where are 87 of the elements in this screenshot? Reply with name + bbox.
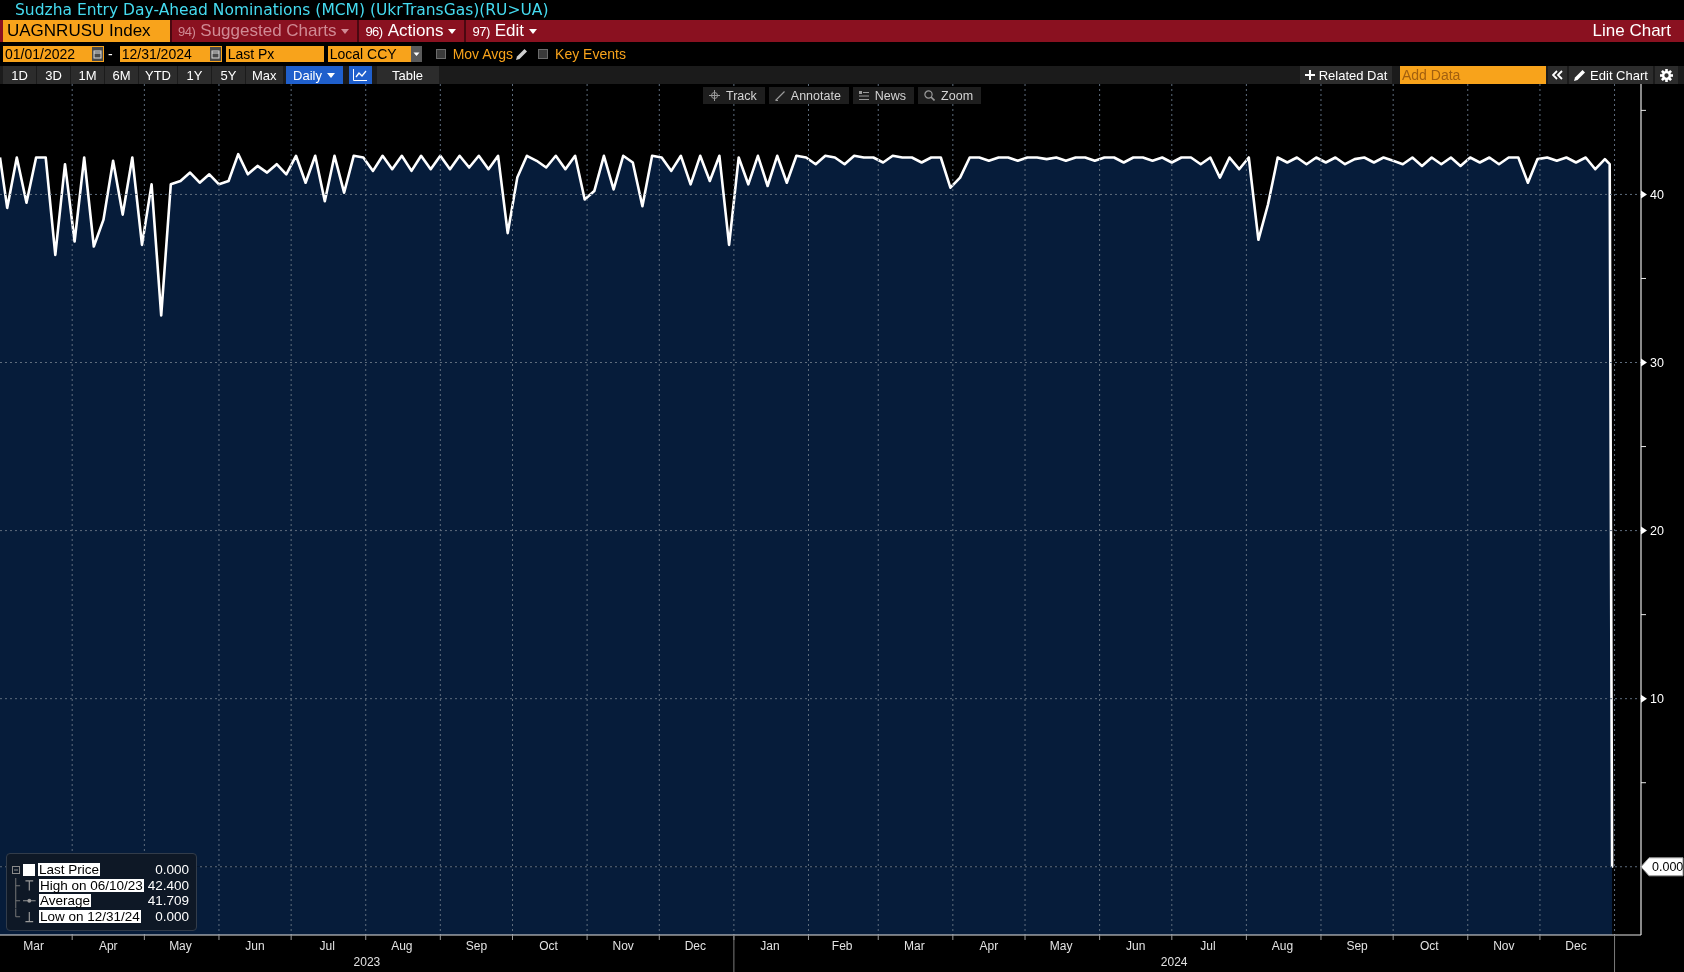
month-label: Nov [612, 939, 634, 953]
related-data-button[interactable]: Related Dat [1300, 66, 1392, 84]
caret-icon [529, 28, 538, 34]
pencil-icon[interactable] [516, 48, 529, 60]
checkbox[interactable] [435, 49, 446, 59]
pen-icon [774, 90, 785, 101]
line-chart-icon [353, 69, 368, 81]
caret-icon [341, 28, 350, 34]
table-button[interactable]: Table [376, 66, 439, 84]
date-separator: - [108, 46, 113, 62]
edit-chart-button[interactable]: Edit Chart [1569, 66, 1653, 84]
track-button[interactable]: Track [703, 87, 765, 104]
field-selector[interactable]: Last Px [225, 46, 324, 62]
plus-icon [1304, 70, 1315, 80]
range-button[interactable]: 1M [71, 66, 104, 84]
collapse-icon[interactable] [12, 865, 20, 874]
month-label: Feb [831, 939, 853, 953]
currency-dropdown[interactable]: Local CCY [327, 46, 422, 62]
chart-type-label: Line Chart [1592, 20, 1672, 42]
range-button[interactable]: Max [246, 66, 283, 84]
checkbox-label[interactable]: Key Events [555, 46, 626, 62]
range-button[interactable]: YTD [139, 66, 177, 84]
ticker-field[interactable]: UAGNRUSU Index [3, 20, 170, 42]
period-dropdown[interactable]: Daily [285, 66, 343, 84]
legend-label: Last Price [38, 863, 101, 877]
legend-value: 0.000 [155, 862, 189, 878]
settings-button[interactable] [1655, 66, 1678, 84]
month-label: Sep [465, 939, 488, 953]
month-label: May [169, 939, 192, 953]
month-label: Jan [760, 939, 780, 953]
list-icon [858, 90, 869, 101]
legend-label: Low on 12/31/24 [39, 909, 141, 923]
calendar-icon[interactable] [209, 47, 221, 61]
legend-label: Average [39, 894, 92, 908]
annotate-button[interactable]: Annotate [768, 87, 849, 104]
range-button[interactable]: 3D [37, 66, 70, 84]
collapse-button[interactable] [1548, 66, 1567, 84]
news-button[interactable]: News [852, 87, 915, 104]
month-label: Jun [1126, 939, 1146, 953]
month-label: Jun [245, 939, 265, 953]
year-label: 2024 [1160, 955, 1188, 969]
checkbox-label[interactable]: Mov Avgs [452, 46, 514, 62]
month-label: Nov [1493, 939, 1515, 953]
month-label: Apr [98, 939, 118, 953]
legend-value: 0.000 [155, 908, 189, 924]
chart-view-button[interactable] [348, 66, 372, 84]
range-button[interactable]: 1Y [178, 66, 211, 84]
magnifier-icon [924, 90, 936, 101]
month-label: Oct [539, 939, 558, 953]
month-label: Aug [391, 939, 413, 953]
price-tag: 0.000 [1640, 857, 1684, 877]
start-date-field[interactable]: 01/01/2022 [3, 46, 104, 62]
zoom-button[interactable]: Zoom [918, 87, 982, 104]
range-button[interactable]: 6M [105, 66, 138, 84]
add-data-field[interactable]: Add Data [1400, 66, 1546, 84]
pencil-icon [1574, 69, 1587, 81]
chevrons-left-icon [1552, 70, 1563, 80]
month-label: Mar [904, 939, 925, 953]
chart-title: Sudzha Entry Day-Ahead Nominations (MCM) (UkrTransGas)(RU>UA) [15, 0, 549, 20]
axis-tick-label: 40 [1650, 187, 1664, 202]
crosshair-icon [709, 90, 720, 101]
legend-value: 41.709 [147, 893, 189, 909]
axis-tick-label: 30 [1650, 356, 1664, 370]
axis-tick-label: 10 [1650, 692, 1664, 707]
month-label: Dec [684, 939, 707, 953]
month-label: Mar [23, 939, 44, 953]
axis-tick-label: 20 [1650, 524, 1664, 539]
legend-label: High on 06/10/23 [39, 878, 144, 892]
month-label: Aug [1271, 939, 1294, 953]
calendar-icon[interactable] [92, 47, 103, 61]
month-label: Jul [1200, 939, 1216, 953]
month-label: Oct [1419, 939, 1439, 953]
caret-icon [448, 28, 457, 34]
legend-value: 42.400 [147, 877, 189, 893]
month-label: Dec [1565, 939, 1587, 953]
settings-icon [1660, 68, 1673, 82]
range-button[interactable]: 5Y [212, 66, 245, 84]
month-label: May [1049, 939, 1073, 953]
year-label: 2023 [353, 955, 381, 969]
month-label: Sep [1346, 939, 1368, 953]
end-date-field[interactable]: 12/31/2024 [119, 46, 222, 62]
month-label: Apr [979, 939, 999, 953]
dropdown-caret-icon[interactable] [410, 46, 422, 62]
range-button[interactable]: 1D [3, 66, 36, 84]
checkbox[interactable] [538, 49, 549, 59]
caret-icon [327, 72, 335, 78]
month-label: Jul [319, 939, 335, 953]
